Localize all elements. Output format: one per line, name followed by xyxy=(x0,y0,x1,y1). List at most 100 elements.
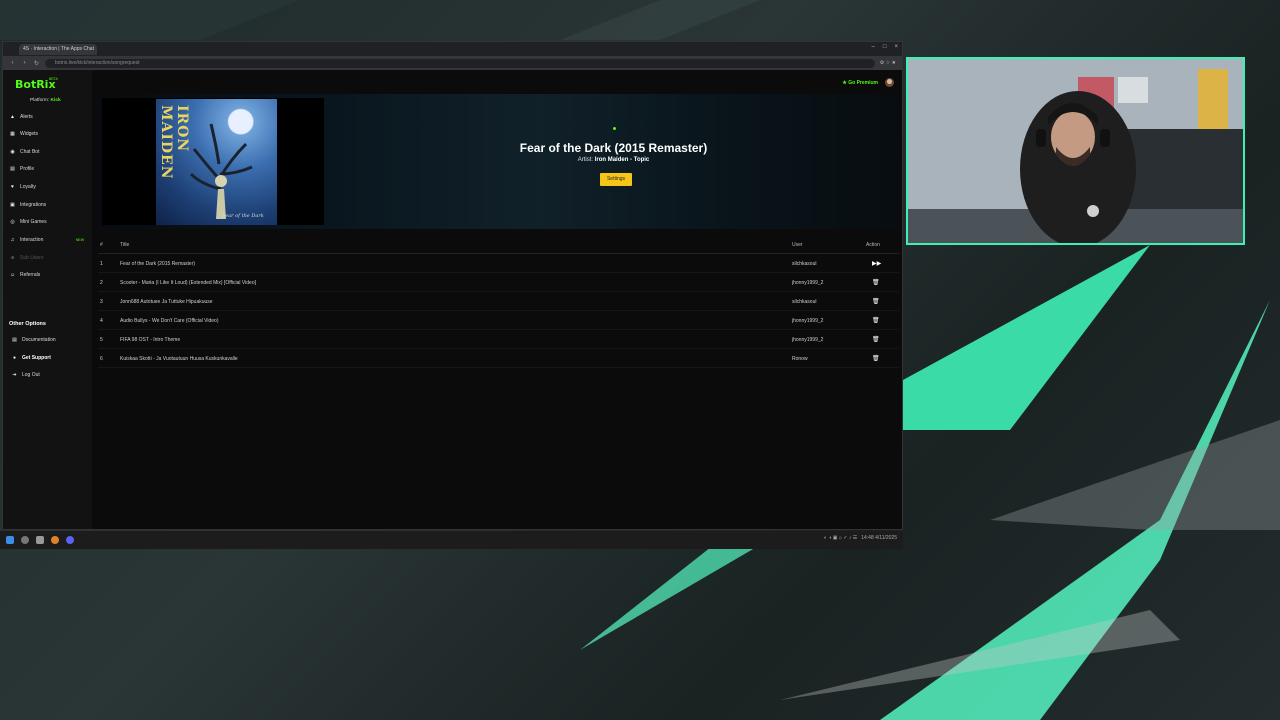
live-dot xyxy=(613,127,616,130)
sidebar-item-label: Profile xyxy=(20,166,35,172)
tray-clock[interactable]: 14:48 4/11/2025 xyxy=(861,535,897,541)
integrations-icon: ▣ xyxy=(10,201,15,208)
sidebar-item-widgets[interactable]: ▦ Widgets xyxy=(10,128,88,140)
sidebar-item-sub-users[interactable]: ☻ Sub Users xyxy=(10,252,88,264)
mini-games-icon: ◎ xyxy=(10,218,15,225)
sidebar-item-profile[interactable]: ▤ Profile xyxy=(10,163,88,175)
tray-date: 4/11/2025 xyxy=(875,535,897,541)
windows-start-icon[interactable] xyxy=(6,536,14,544)
close-button[interactable]: × xyxy=(894,44,898,50)
sidebar-item-log-out[interactable]: ➔ Log Out xyxy=(10,369,88,381)
os-taskbar: ◐ ◑ ▣ ⌂ ✓ ♪ ☰ 14:48 4/11/2025 xyxy=(0,531,903,549)
system-tray: ◐ ◑ ▣ ⌂ ✓ ♪ ☰ 14:48 4/11/2025 xyxy=(824,535,897,541)
song-title: Fear of the Dark (2015 Remaster) xyxy=(519,141,708,155)
sidebar-item-label: Interaction xyxy=(20,237,44,243)
music-note-icon: ♫ xyxy=(10,236,15,243)
chat-bot-icon: ◉ xyxy=(10,148,15,155)
sidebar-item-documentation[interactable]: ▤ Documentation xyxy=(10,334,88,346)
reload-icon[interactable]: ↻ xyxy=(33,60,40,67)
sidebar-item-label: Alerts xyxy=(20,114,33,120)
album-cover-band-name: IRON MAIDEN xyxy=(158,105,190,180)
beta-badge: BETA xyxy=(49,77,58,81)
browser-icon[interactable] xyxy=(51,536,59,544)
row-num: 1 xyxy=(100,261,103,267)
sidebar-item-integrations[interactable]: ▣ Integrations xyxy=(10,199,88,211)
row-user: jhonny1999_2 xyxy=(792,337,824,343)
webcam-overlay xyxy=(906,57,1245,245)
row-user: Ronow xyxy=(792,356,808,362)
other-options-heading: Other Options xyxy=(9,321,46,327)
row-user: silchkasoul xyxy=(792,261,817,267)
row-user: jhonny1999_2 xyxy=(792,280,824,286)
row-title: Kuiskaa Skotti - Ja Vuotautuun Huusa Kus… xyxy=(120,356,238,362)
table-row: 5 FIFA 98 OST - Intro Theme jhonny1999_2… xyxy=(98,330,899,349)
sidebar-item-chat-bot[interactable]: ◉ Chat Bot xyxy=(10,146,88,158)
artist-name: Iron Maiden - Topic xyxy=(594,157,650,163)
table-header: # Title User Action xyxy=(98,235,899,254)
album-art-illustration xyxy=(189,123,253,219)
browser-window: 4S · Interaction | The Apps Chat – □ × ‹… xyxy=(2,41,903,530)
browser-tab-bar: 4S · Interaction | The Apps Chat – □ × xyxy=(3,42,902,56)
widgets-icon: ▦ xyxy=(10,130,15,137)
sidebar-item-label: Integrations xyxy=(20,202,47,208)
row-num: 5 xyxy=(100,337,103,343)
table-row: 4 Audio Bullys - We Don't Care (Official… xyxy=(98,311,899,330)
sidebar-item-mini-games[interactable]: ◎ Mini Games xyxy=(10,216,88,228)
address-bar: ‹ › ↻ botrix.live/kick/interaction/songr… xyxy=(3,56,902,70)
tray-icons[interactable]: ◐ ◑ ▣ ⌂ ✓ ♪ ☰ xyxy=(824,535,857,541)
extensions-icon[interactable]: ⚙ ☆ ★ xyxy=(880,60,896,66)
sidebar-item-label: Sub Users xyxy=(20,255,44,261)
discord-icon[interactable] xyxy=(66,536,74,544)
artist-label: Artist: xyxy=(577,157,594,163)
platform-label: Platform: xyxy=(30,98,50,103)
window-controls: – □ × xyxy=(872,44,898,50)
trash-icon[interactable]: 🗑 xyxy=(872,298,880,305)
search-icon[interactable] xyxy=(21,536,29,544)
sidebar-item-label: Log Out xyxy=(22,372,40,378)
trash-icon[interactable]: 🗑 xyxy=(872,355,880,362)
sidebar-item-label: Chat Bot xyxy=(20,149,40,155)
avatar[interactable] xyxy=(885,78,894,87)
trash-icon[interactable]: 🗑 xyxy=(872,317,880,324)
row-num: 6 xyxy=(100,356,103,362)
profile-icon: ▤ xyxy=(10,165,15,172)
now-playing-banner: IRON MAIDEN Fear of the Dark Fear of the… xyxy=(98,94,899,229)
sidebar-item-referrals[interactable]: ☺ Referrals xyxy=(10,269,88,281)
row-num: 2 xyxy=(100,280,103,286)
sidebar-item-label: Documentation xyxy=(22,337,56,343)
forward-icon[interactable]: › xyxy=(21,60,28,66)
minimize-button[interactable]: – xyxy=(872,44,875,50)
sidebar-item-label: Get Support xyxy=(22,355,51,361)
trash-icon[interactable]: 🗑 xyxy=(872,336,880,343)
trash-icon[interactable]: 🗑 xyxy=(872,279,880,286)
sidebar-item-alerts[interactable]: ▲ Alerts xyxy=(10,111,88,123)
row-title: Fear of the Dark (2015 Remaster) xyxy=(120,261,196,267)
loyalty-icon: ♥ xyxy=(11,183,14,190)
sub-users-icon: ☻ xyxy=(10,254,16,261)
album-cover-album-name: Fear of the Dark xyxy=(222,213,264,219)
log-out-icon: ➔ xyxy=(12,371,17,378)
settings-button[interactable]: Settings xyxy=(600,173,632,186)
go-premium-link[interactable]: ★ Go Premium xyxy=(842,80,878,86)
webcam-scene xyxy=(908,59,1243,243)
header-num: # xyxy=(100,242,103,248)
song-queue-table: # Title User Action 1 Fear of the Dark (… xyxy=(98,235,899,368)
botrix-page: BotRix BETA Platform: Kick ▲ Alerts ▦ Wi… xyxy=(3,70,902,529)
browser-tab[interactable]: 4S · Interaction | The Apps Chat xyxy=(19,43,97,55)
url-field[interactable]: botrix.live/kick/interaction/songrequest xyxy=(45,58,875,68)
maximize-button[interactable]: □ xyxy=(883,44,887,50)
referrals-icon: ☺ xyxy=(10,271,16,278)
skip-icon[interactable]: ▶▶ xyxy=(872,260,881,267)
sidebar-item-get-support[interactable]: ● Get Support xyxy=(10,352,88,364)
documentation-icon: ▤ xyxy=(12,336,17,343)
back-icon[interactable]: ‹ xyxy=(9,60,16,66)
table-row: 3 Jonn688 Autotuee Ja Tuttuke Hipuakuuse… xyxy=(98,292,899,311)
row-title: FIFA 98 OST - Intro Theme xyxy=(120,337,181,343)
platform-value: Kick xyxy=(50,98,61,103)
header-user: User xyxy=(792,242,803,248)
file-explorer-icon[interactable] xyxy=(36,536,44,544)
sidebar-item-interaction[interactable]: ♫ Interaction NEW xyxy=(10,234,88,246)
sidebar-item-loyalty[interactable]: ♥ Loyalty xyxy=(10,181,88,193)
tab-title: 4S · Interaction | The Apps Chat xyxy=(23,45,94,52)
table-row: 2 Scooter - Maria (I Like It Loud) (Exte… xyxy=(98,273,899,292)
